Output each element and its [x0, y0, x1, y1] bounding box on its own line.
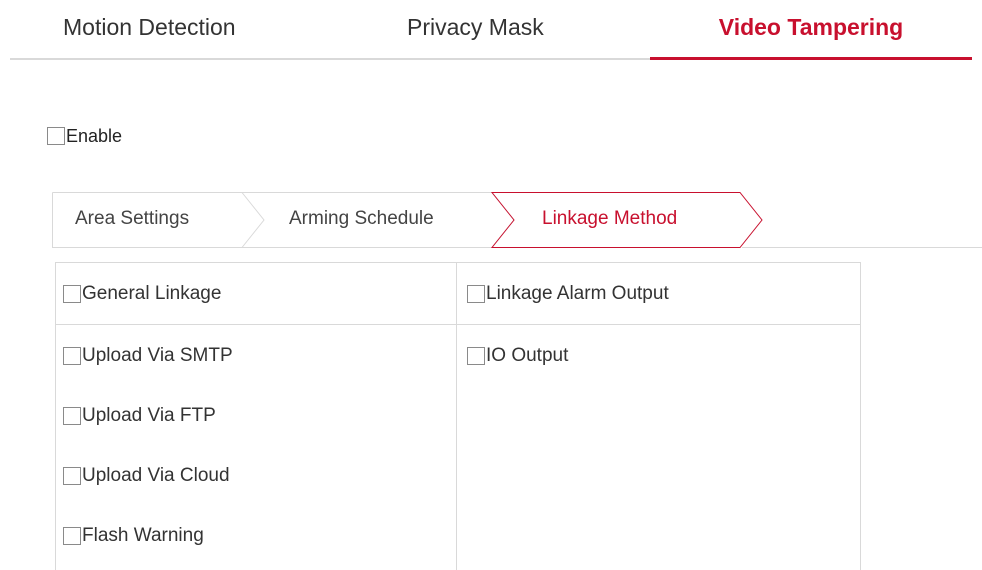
- flash-warning-label: Flash Warning: [82, 525, 204, 546]
- linkage-grid: General Linkage Upload Via SMTP Upload V…: [55, 262, 861, 570]
- upload-smtp-label: Upload Via SMTP: [82, 345, 233, 366]
- subtab-area-settings[interactable]: Area Settings: [75, 192, 189, 248]
- general-linkage-items: Upload Via SMTP Upload Via FTP Upload Vi…: [56, 325, 456, 566]
- linkage-alarm-output-label: Linkage Alarm Output: [486, 283, 669, 304]
- linkage-alarm-output-checkbox[interactable]: [467, 284, 485, 303]
- general-linkage-column: General Linkage Upload Via SMTP Upload V…: [55, 262, 457, 570]
- list-item-upload-smtp: Upload Via SMTP: [56, 326, 456, 386]
- flash-warning-checkbox[interactable]: [63, 526, 81, 545]
- io-output-label: IO Output: [486, 345, 569, 366]
- subtab-linkage-method[interactable]: Linkage Method: [542, 192, 677, 248]
- io-output-checkbox[interactable]: [467, 346, 485, 365]
- list-item-flash-warning: Flash Warning: [56, 506, 456, 566]
- list-item-upload-cloud: Upload Via Cloud: [56, 446, 456, 506]
- tab-motion-detection[interactable]: Motion Detection: [63, 0, 236, 58]
- alarm-output-header: Linkage Alarm Output: [457, 263, 860, 325]
- list-item-upload-ftp: Upload Via FTP: [56, 386, 456, 446]
- tab-privacy-mask[interactable]: Privacy Mask: [407, 0, 544, 58]
- sub-tab-bar: Area Settings Arming Schedule Linkage Me…: [52, 192, 982, 248]
- upload-cloud-label: Upload Via Cloud: [82, 465, 230, 486]
- enable-label: Enable: [66, 126, 123, 146]
- top-tab-bar: Motion Detection Privacy Mask Video Tamp…: [10, 0, 972, 60]
- upload-ftp-checkbox[interactable]: [63, 406, 81, 425]
- enable-checkbox[interactable]: [47, 126, 65, 145]
- subtab-arming-schedule[interactable]: Arming Schedule: [289, 192, 434, 248]
- general-linkage-label: General Linkage: [82, 283, 222, 304]
- upload-ftp-label: Upload Via FTP: [82, 405, 216, 426]
- general-linkage-checkbox[interactable]: [63, 284, 81, 303]
- sub-tab-outline: [52, 192, 982, 248]
- alarm-output-column: Linkage Alarm Output IO Output: [456, 262, 861, 570]
- tab-video-tampering[interactable]: Video Tampering: [650, 0, 972, 60]
- upload-cloud-checkbox[interactable]: [63, 466, 81, 485]
- alarm-output-items: IO Output: [457, 325, 860, 386]
- upload-smtp-checkbox[interactable]: [63, 346, 81, 365]
- general-linkage-header: General Linkage: [56, 263, 456, 325]
- list-item-io-output: IO Output: [457, 326, 860, 386]
- enable-row: Enable: [47, 124, 122, 148]
